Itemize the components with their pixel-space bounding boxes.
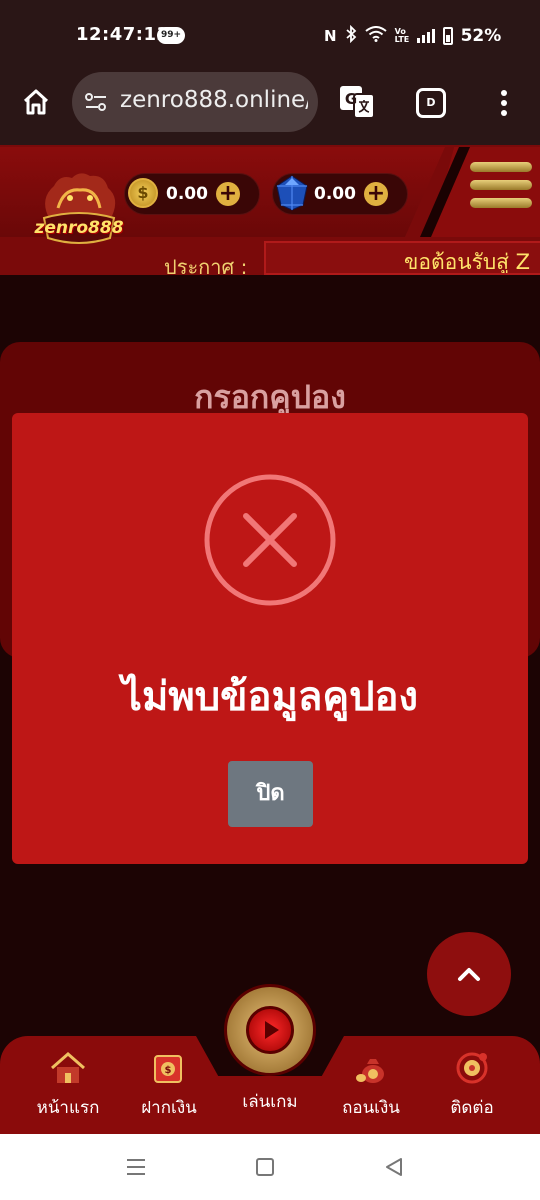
coin-icon: $ [128, 178, 158, 208]
nav-label-contact: ติดต่อ [450, 1098, 494, 1118]
chevron-up-icon [458, 968, 480, 981]
address-bar-url[interactable]: zenro888.online/c [120, 87, 308, 113]
scroll-to-top-button[interactable] [427, 932, 511, 1016]
house-icon [48, 1048, 88, 1088]
nav-label-play: เล่นเกม [242, 1092, 298, 1112]
notification-count-badge: 99+ [157, 27, 185, 44]
contact-icon [452, 1048, 492, 1088]
error-x-circle-icon [204, 474, 336, 606]
nav-label-home: หน้าแรก [36, 1098, 100, 1118]
nav-item-contact[interactable]: ติดต่อ [422, 1040, 522, 1121]
nfc-icon: N [324, 27, 337, 45]
system-icons: N Vo LTE 52% [324, 24, 501, 48]
tabs-switcher-icon[interactable]: D [416, 88, 446, 118]
signal-icon [416, 29, 435, 43]
recents-icon[interactable] [126, 1158, 146, 1176]
status-time: 12:47:13 [76, 24, 170, 45]
battery-percent: 52% [460, 26, 502, 46]
nav-item-deposit[interactable]: $ ฝากเงิน [119, 1040, 219, 1121]
site-menu-hamburger-icon[interactable] [470, 162, 532, 216]
announcement-text: ขอต้อนรับสู่ Z [404, 250, 531, 274]
site-logo-dragon-icon[interactable] [30, 168, 128, 256]
volte-icon: Vo LTE [394, 27, 410, 44]
nav-item-home[interactable]: หน้าแรก [18, 1040, 118, 1121]
play-icon[interactable] [246, 1006, 294, 1054]
translate-icon[interactable]: G [338, 84, 376, 120]
home-square-icon[interactable] [256, 1158, 274, 1176]
site-logo-text: zenro888 [34, 218, 124, 238]
nav-label-deposit: ฝากเงิน [141, 1098, 197, 1118]
gem-icon [276, 175, 308, 211]
modal-message: ไม่พบข้อมูลคูปอง [121, 674, 419, 720]
svg-text:$: $ [165, 1065, 172, 1076]
add-coin-button[interactable]: + [216, 182, 240, 206]
site-settings-icon[interactable] [84, 92, 108, 112]
svg-text:G: G [345, 90, 357, 108]
back-triangle-icon[interactable] [384, 1157, 404, 1177]
bluetooth-icon [345, 24, 357, 47]
nav-label-withdraw: ถอนเงิน [342, 1098, 400, 1118]
browser-menu-icon[interactable] [494, 88, 514, 118]
gem-balance-value: 0.00 [314, 184, 356, 204]
deposit-icon: $ [149, 1048, 189, 1088]
battery-icon [442, 27, 453, 45]
nav-item-withdraw[interactable]: ถอนเงิน [321, 1040, 421, 1121]
nav-item-play[interactable]: เล่นเกม [220, 1088, 320, 1115]
browser-home-icon[interactable] [20, 86, 52, 118]
withdraw-icon [351, 1048, 391, 1088]
add-gem-button[interactable]: + [364, 182, 388, 206]
wifi-icon [364, 26, 387, 46]
close-button[interactable]: ปิด [228, 761, 313, 827]
coin-balance-value: 0.00 [166, 184, 208, 204]
announcement-marquee: ขอต้อนรับสู่ Z [264, 241, 540, 275]
